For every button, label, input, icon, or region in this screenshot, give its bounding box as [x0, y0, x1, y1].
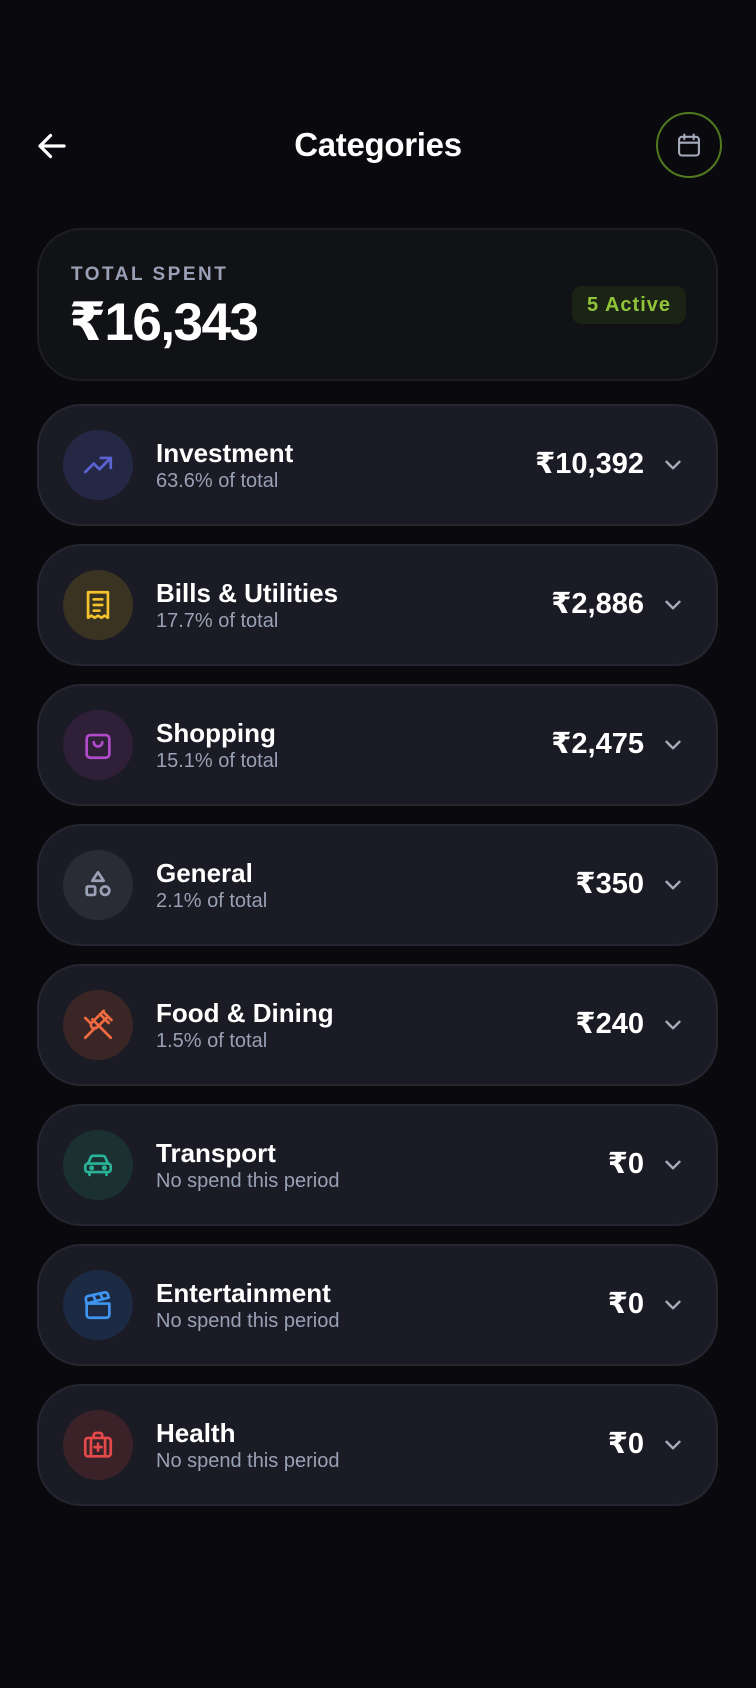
total-spent-card: TOTAL SPENT ₹16,343 5 Active [37, 228, 718, 381]
chevron-down-icon [665, 1160, 681, 1170]
chevron-down-icon [665, 460, 681, 470]
first-aid-kit-icon [83, 1431, 113, 1458]
category-name: Transport [156, 1138, 276, 1168]
category-name: Entertainment [156, 1278, 331, 1308]
category-row-health[interactable]: Health No spend this period ₹0 [37, 1384, 718, 1506]
category-amount: ₹0 [607, 1428, 644, 1460]
category-icon-badge [63, 570, 133, 640]
category-row-food-dining[interactable]: Food & Dining 1.5% of total ₹240 [37, 964, 718, 1086]
category-row-bills-utilities[interactable]: Bills & Utilities 17.7% of total ₹2,886 [37, 544, 718, 666]
shapes-icon [85, 870, 111, 897]
utensils-crossed-icon [83, 1009, 113, 1040]
expand-chevron[interactable] [658, 730, 688, 760]
chevron-down-icon [665, 1440, 681, 1450]
expand-chevron[interactable] [658, 870, 688, 900]
category-row-general[interactable]: General 2.1% of total ₹350 [37, 824, 718, 946]
clapperboard-icon [84, 1291, 111, 1320]
category-amount: ₹0 [607, 1148, 644, 1180]
category-icon-badge [63, 1270, 133, 1340]
category-icon-badge [63, 990, 133, 1060]
category-name: Shopping [156, 718, 276, 748]
category-share: 17.7% of total [156, 610, 279, 632]
chevron-down-icon [665, 1020, 681, 1030]
expand-chevron[interactable] [658, 590, 688, 620]
category-amount: ₹10,392 [535, 448, 644, 480]
category-name: Bills & Utilities [156, 578, 339, 608]
chevron-down-icon [665, 1300, 681, 1310]
category-row-shopping[interactable]: Shopping 15.1% of total ₹2,475 [37, 684, 718, 806]
category-name: General [156, 858, 253, 888]
shopping-bag-icon [85, 733, 111, 760]
receipt-icon [86, 590, 110, 620]
chevron-down-icon [665, 600, 681, 610]
category-amount: ₹350 [575, 868, 644, 900]
category-share: 63.6% of total [156, 470, 279, 492]
category-share: No spend this period [156, 1450, 340, 1472]
expand-chevron[interactable] [658, 450, 688, 480]
category-share: 2.1% of total [156, 890, 268, 912]
category-icon-badge [63, 430, 133, 500]
trending-up-icon [83, 456, 113, 474]
category-icon-badge [63, 710, 133, 780]
page-title: Categories [294, 126, 462, 163]
category-icon-badge [63, 1130, 133, 1200]
category-name: Food & Dining [156, 998, 334, 1028]
category-share: 1.5% of total [156, 1030, 268, 1052]
category-share: No spend this period [156, 1310, 340, 1332]
category-row-investment[interactable]: Investment 63.6% of total ₹10,392 [37, 404, 718, 526]
expand-chevron[interactable] [658, 1010, 688, 1040]
category-amount: ₹0 [607, 1288, 644, 1320]
calendar-icon [678, 133, 700, 157]
category-icon-badge [63, 850, 133, 920]
chevron-down-icon [665, 880, 681, 890]
active-count-badge: 5 Active [572, 286, 686, 324]
category-share: No spend this period [156, 1170, 340, 1192]
expand-chevron[interactable] [658, 1430, 688, 1460]
category-amount: ₹2,475 [551, 728, 644, 760]
category-amount: ₹2,886 [551, 588, 644, 620]
category-share: 15.1% of total [156, 750, 279, 772]
category-list: Investment 63.6% of total ₹10,392 Bills & U… [37, 404, 718, 1524]
chevron-down-icon [665, 740, 681, 750]
calendar-button[interactable] [656, 112, 722, 178]
expand-chevron[interactable] [658, 1150, 688, 1180]
expand-chevron[interactable] [658, 1290, 688, 1320]
header: Categories [0, 108, 756, 184]
category-row-transport[interactable]: Transport No spend this period ₹0 [37, 1104, 718, 1226]
category-icon-badge [63, 1410, 133, 1480]
category-name: Investment [156, 438, 294, 468]
category-name: Health [156, 1418, 236, 1448]
category-amount: ₹240 [575, 1008, 644, 1040]
category-row-entertainment[interactable]: Entertainment No spend this period ₹0 [37, 1244, 718, 1366]
total-spent-amount: ₹16,343 [69, 293, 259, 352]
total-spent-label: TOTAL SPENT [71, 264, 229, 285]
car-icon [83, 1154, 113, 1177]
